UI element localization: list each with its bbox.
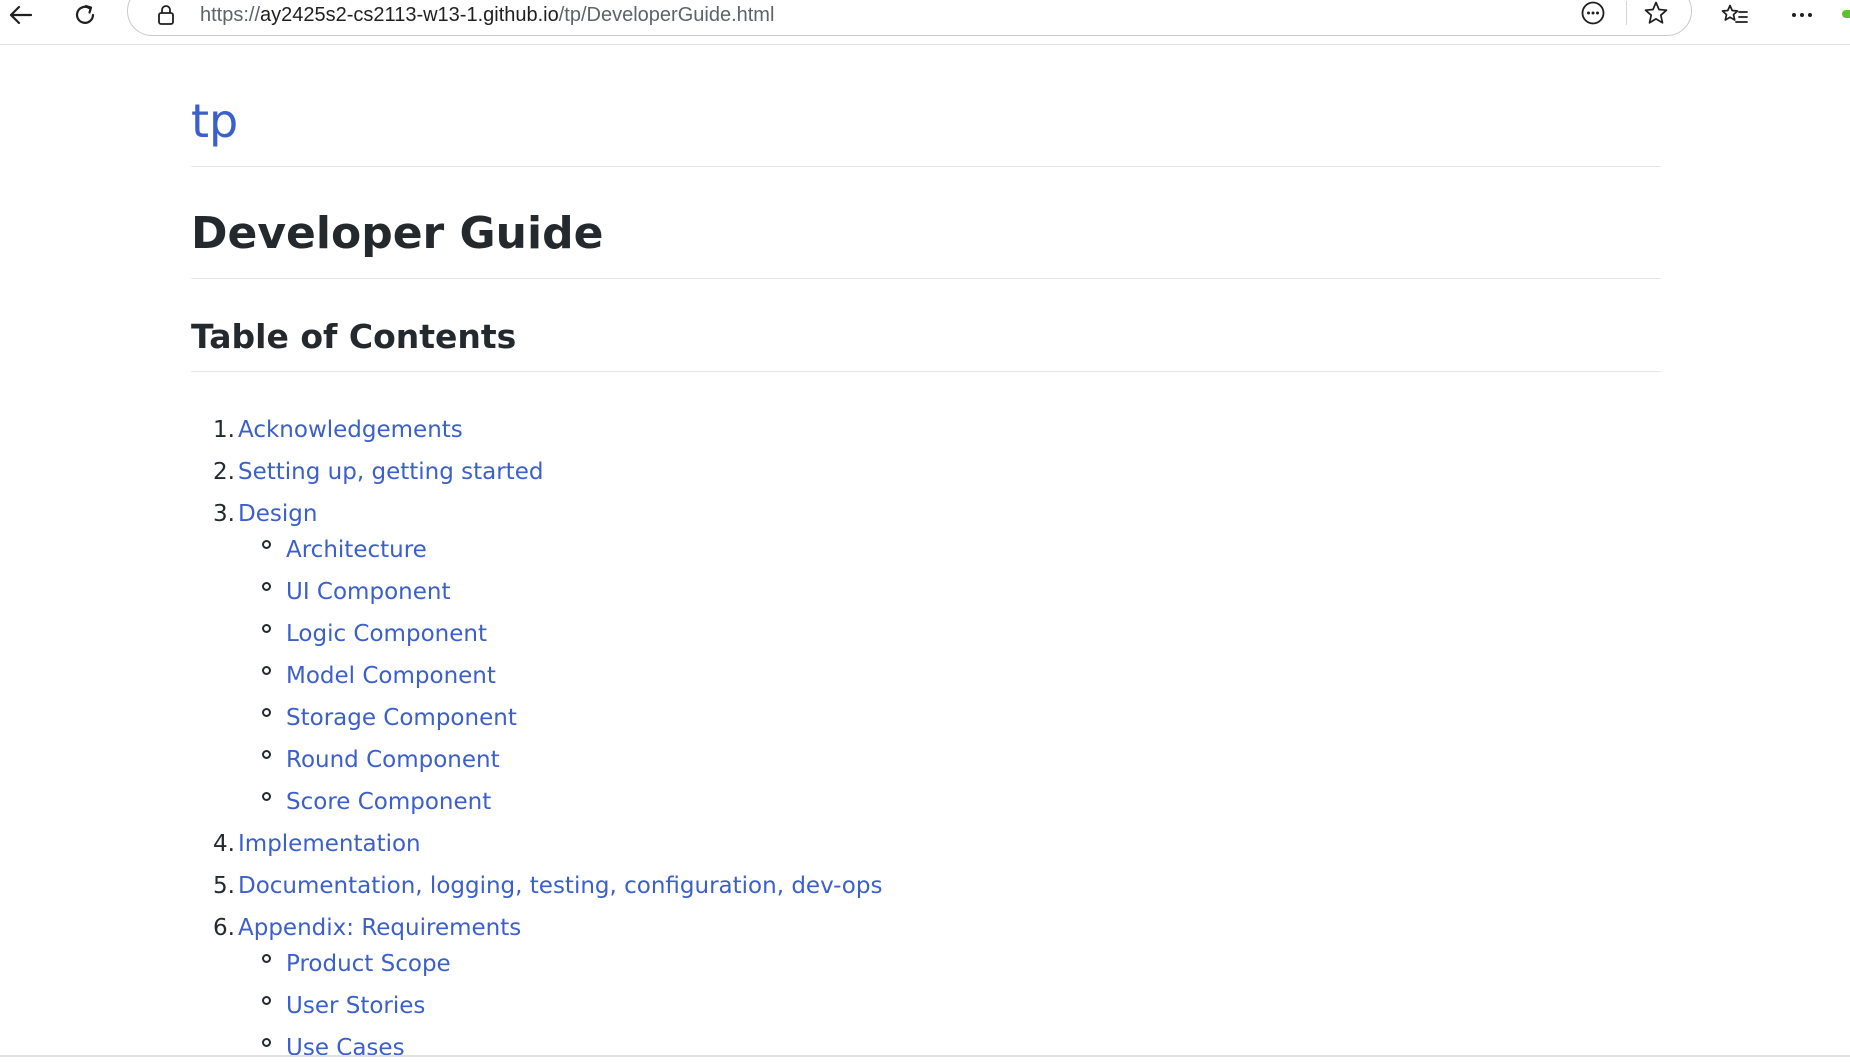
toc-number: 4. [213,831,235,857]
lock-icon[interactable] [156,4,176,30]
toc-link-model-component[interactable]: Model Component [286,661,496,691]
favorites-list-icon [1721,3,1749,27]
toc-link-setting-up[interactable]: Setting up, getting started [238,457,543,487]
url-prefix: https:// [200,4,261,26]
list-bullet [262,954,271,963]
toc-heading: Table of Contents [191,317,517,356]
toc-link-storage-component[interactable]: Storage Component [286,703,517,733]
toc-link-round-component[interactable]: Round Component [286,745,500,775]
url-path: /tp/DeveloperGuide.html [558,4,775,26]
toc-link-architecture[interactable]: Architecture [286,535,427,565]
toc-link-appendix-requirements[interactable]: Appendix: Requirements [238,913,521,943]
more-menu-button[interactable] [1782,0,1822,30]
more-icon [1790,10,1814,20]
window-bottom-border [0,1055,1850,1057]
toc-heading-divider [191,371,1661,372]
toc-link-acknowledgements[interactable]: Acknowledgements [238,415,463,445]
page-title: Developer Guide [191,208,604,259]
toc-link-product-scope[interactable]: Product Scope [286,949,451,979]
browser-toolbar: https://ay2425s2-cs2113-w13-1.github.io/… [0,0,1850,45]
favorites-button[interactable] [1715,0,1755,30]
list-bullet [262,996,271,1005]
toc-link-logic-component[interactable]: Logic Component [286,619,487,649]
back-button[interactable] [0,0,40,30]
list-bullet [262,792,271,801]
list-bullet [262,750,271,759]
address-bar[interactable]: https://ay2425s2-cs2113-w13-1.github.io/… [127,0,1692,36]
page-title-divider [191,278,1661,279]
toc-number: 2. [213,459,235,485]
toc-link-ui-component[interactable]: UI Component [286,577,450,607]
list-bullet [262,582,271,591]
url-host: ay2425s2-cs2113-w13-1.github.io [260,4,559,26]
list-bullet [262,1038,271,1047]
star-icon[interactable] [1641,0,1671,26]
toc-number: 6. [213,915,235,941]
refresh-icon [72,2,98,28]
reading-mode-icon[interactable] [1578,0,1608,26]
toc-link-use-cases[interactable]: Use Cases [286,1033,405,1063]
toc-number: 3. [213,501,235,527]
toc-link-user-stories[interactable]: User Stories [286,991,425,1021]
back-arrow-icon [7,4,33,26]
address-separator [1626,1,1627,25]
list-bullet [262,540,271,549]
profile-indicator [1842,10,1850,18]
list-bullet [262,624,271,633]
toc-number: 1. [213,417,235,443]
toc-link-implementation[interactable]: Implementation [238,829,421,859]
toc-link-documentation[interactable]: Documentation, logging, testing, configu… [238,871,882,901]
site-title-divider [191,166,1661,167]
toc-link-design[interactable]: Design [238,499,317,529]
list-bullet [262,666,271,675]
toc-number: 5. [213,873,235,899]
toc-link-score-component[interactable]: Score Component [286,787,491,817]
refresh-button[interactable] [65,0,105,30]
list-bullet [262,708,271,717]
site-title-link[interactable]: tp [191,94,238,148]
url-text[interactable]: https://ay2425s2-cs2113-w13-1.github.io/… [200,4,774,26]
